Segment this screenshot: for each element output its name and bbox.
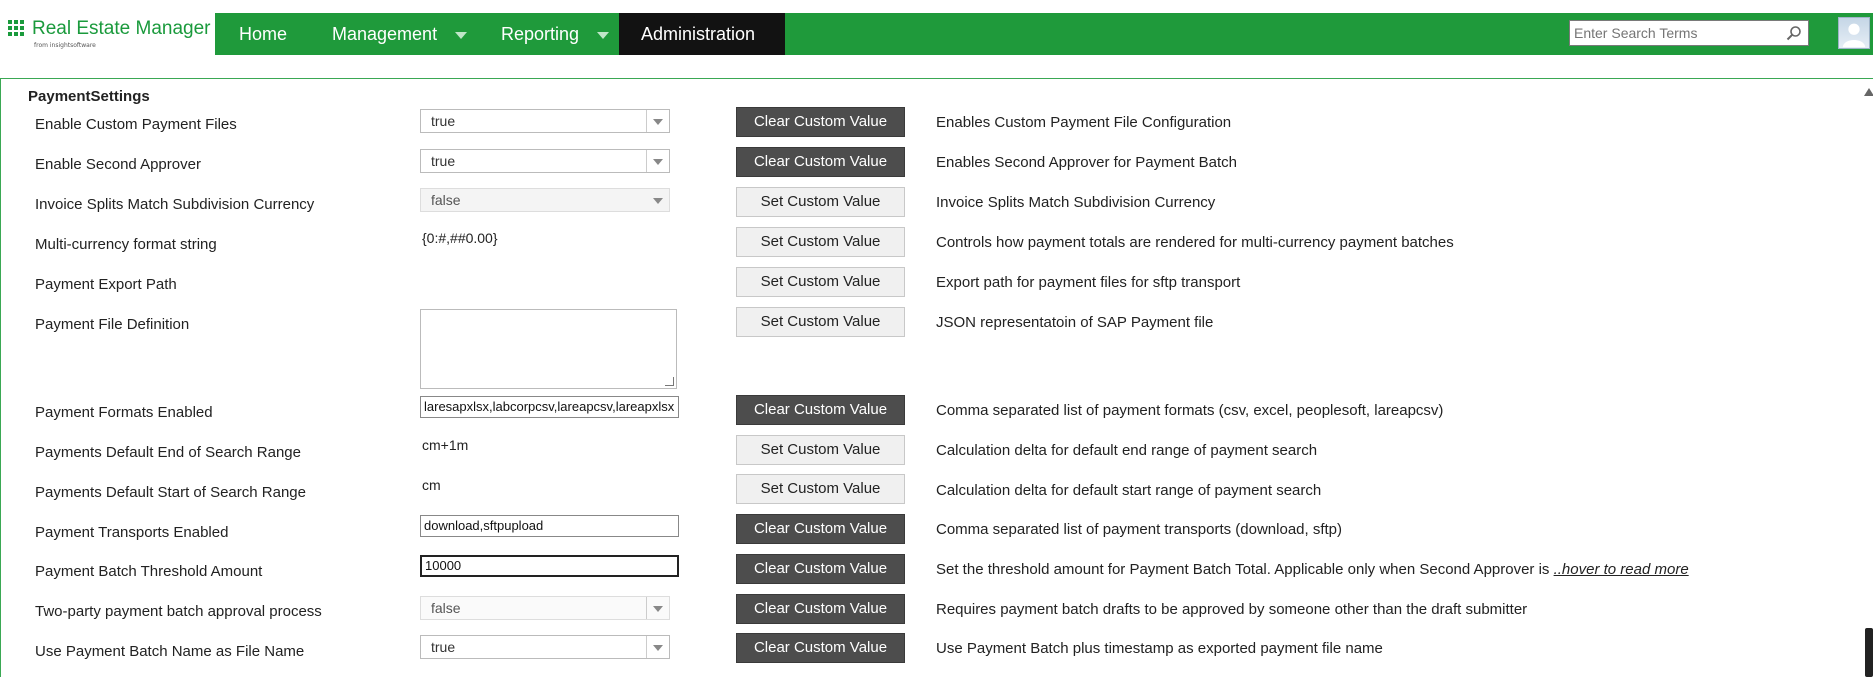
user-icon xyxy=(1842,23,1866,48)
setting-label: Payments Default End of Search Range xyxy=(35,444,301,461)
payment-transports-input[interactable]: download,sftpupload xyxy=(420,515,679,537)
setting-description: Calculation delta for default end range … xyxy=(936,442,1318,459)
logo-title: Real Estate Manager xyxy=(32,18,211,39)
clear-custom-value-button[interactable]: Clear Custom Value xyxy=(736,107,905,137)
setting-label: Payment File Definition xyxy=(35,316,190,333)
enable-custom-payment-files-select[interactable]: true xyxy=(420,109,670,133)
chevron-down-icon xyxy=(646,110,669,132)
select-value: false xyxy=(431,600,461,616)
nav-management[interactable]: Management xyxy=(308,13,480,55)
set-custom-value-button[interactable]: Set Custom Value xyxy=(736,267,905,297)
logo-subtitle: from insightsoftware xyxy=(34,42,96,49)
setting-value: cm+1m xyxy=(422,437,469,453)
setting-description: Enables Second Approver for Payment Batc… xyxy=(936,154,1238,171)
setting-label: Two-party payment batch approval process xyxy=(35,603,322,620)
invoice-splits-currency-select: false xyxy=(420,188,670,212)
hover-to-read-more-link[interactable]: ..hover to read more xyxy=(1554,561,1689,578)
setting-label: Payment Batch Threshold Amount xyxy=(35,563,263,580)
setting-description: Requires payment batch drafts to be appr… xyxy=(936,601,1528,618)
search-input[interactable] xyxy=(1570,21,1778,45)
set-custom-value-button[interactable]: Set Custom Value xyxy=(736,307,905,337)
setting-description: Invoice Splits Match Subdivision Currenc… xyxy=(936,194,1216,211)
setting-description: Export path for payment files for sftp t… xyxy=(936,274,1241,291)
nav-administration-label: Administration xyxy=(641,24,756,44)
setting-description: Calculation delta for default start rang… xyxy=(936,482,1322,499)
select-value: false xyxy=(431,192,461,208)
chevron-down-icon xyxy=(646,150,669,172)
setting-label: Invoice Splits Match Subdivision Currenc… xyxy=(35,196,315,213)
enable-second-approver-select[interactable]: true xyxy=(420,149,670,173)
chevron-down-icon xyxy=(646,597,669,619)
clear-custom-value-button[interactable]: Clear Custom Value xyxy=(736,147,905,177)
nav-reporting[interactable]: Reporting xyxy=(477,13,625,55)
setting-description: Controls how payment totals are rendered… xyxy=(936,234,1454,251)
setting-description: Comma separated list of payment formats … xyxy=(936,402,1444,419)
setting-label: Payments Default Start of Search Range xyxy=(35,484,306,501)
clear-custom-value-button[interactable]: Clear Custom Value xyxy=(736,633,905,663)
select-value: true xyxy=(431,153,456,169)
payment-file-definition-textarea[interactable] xyxy=(420,309,677,389)
user-avatar[interactable] xyxy=(1838,17,1870,49)
nav-management-label: Management xyxy=(332,24,438,44)
chevron-down-icon xyxy=(646,636,669,658)
setting-value: cm xyxy=(422,477,441,493)
app-logo[interactable]: Real Estate Manager from insightsoftware xyxy=(8,18,211,54)
set-custom-value-button[interactable]: Set Custom Value xyxy=(736,474,905,504)
setting-label: Payment Export Path xyxy=(35,276,177,293)
set-custom-value-button[interactable]: Set Custom Value xyxy=(736,435,905,465)
setting-description: JSON representatoin of SAP Payment file xyxy=(936,314,1214,331)
setting-label: Payment Transports Enabled xyxy=(35,524,229,541)
set-custom-value-button[interactable]: Set Custom Value xyxy=(736,227,905,257)
scroll-up-arrow-icon[interactable] xyxy=(1864,88,1873,96)
logo-grid-icon xyxy=(8,20,24,36)
set-custom-value-button[interactable]: Set Custom Value xyxy=(736,187,905,217)
setting-description: Enables Custom Payment File Configuratio… xyxy=(936,114,1232,131)
select-value: true xyxy=(431,639,456,655)
section-title: PaymentSettings xyxy=(28,88,150,105)
setting-description: Use Payment Batch plus timestamp as expo… xyxy=(936,640,1383,657)
payment-formats-input[interactable]: laresapxlsx,labcorpcsv,lareapcsv,lareapx… xyxy=(420,396,679,418)
select-value: true xyxy=(431,113,456,129)
use-batch-name-select[interactable]: true xyxy=(420,635,670,659)
description-text: Set the threshold amount for Payment Bat… xyxy=(936,561,1554,578)
clear-custom-value-button[interactable]: Clear Custom Value xyxy=(736,554,905,584)
two-party-approval-select[interactable]: false xyxy=(420,596,670,620)
setting-description: Comma separated list of payment transpor… xyxy=(936,521,1343,538)
nav-administration[interactable]: Administration xyxy=(619,13,785,55)
chevron-down-icon xyxy=(455,31,468,39)
payment-batch-threshold-input[interactable]: 10000 xyxy=(420,555,679,577)
clear-custom-value-button[interactable]: Clear Custom Value xyxy=(736,594,905,624)
chevron-down-icon xyxy=(647,189,669,211)
nav-reporting-label: Reporting xyxy=(501,24,580,44)
setting-label: Multi-currency format string xyxy=(35,236,217,253)
chevron-down-icon xyxy=(597,31,610,39)
resize-handle-icon[interactable] xyxy=(665,377,674,386)
setting-label: Enable Second Approver xyxy=(35,156,201,173)
vertical-scrollbar-thumb[interactable] xyxy=(1865,628,1873,677)
clear-custom-value-button[interactable]: Clear Custom Value xyxy=(736,395,905,425)
nav-home[interactable]: Home xyxy=(215,13,315,55)
setting-label: Enable Custom Payment Files xyxy=(35,116,237,133)
nav-home-label: Home xyxy=(239,24,288,44)
setting-label: Use Payment Batch Name as File Name xyxy=(35,643,305,660)
setting-label: Payment Formats Enabled xyxy=(35,404,213,421)
clear-custom-value-button[interactable]: Clear Custom Value xyxy=(736,514,905,544)
search-box xyxy=(1569,20,1809,46)
setting-description: Set the threshold amount for Payment Bat… xyxy=(936,561,1689,578)
search-icon[interactable] xyxy=(1786,25,1802,41)
setting-value: {0:#,##0.00} xyxy=(422,230,498,246)
